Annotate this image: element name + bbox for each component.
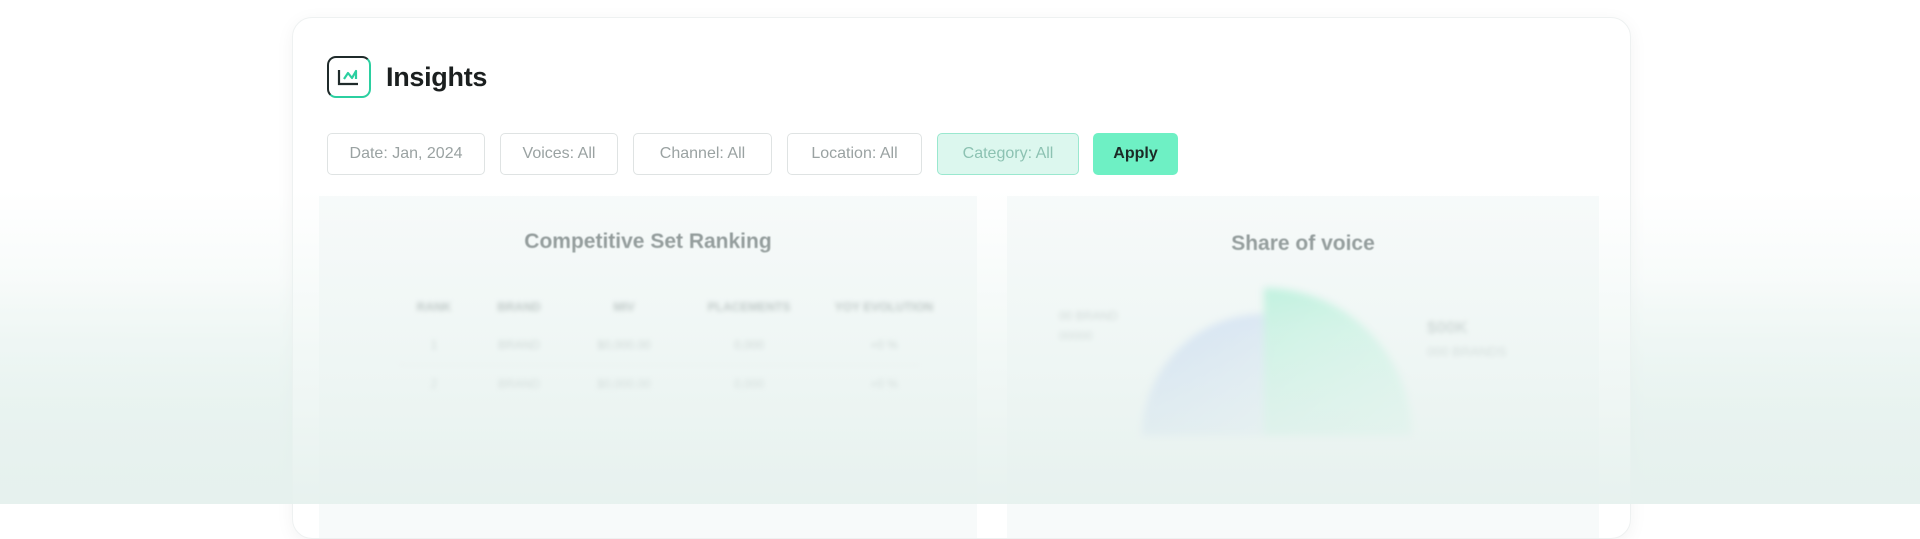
column-header: RANK xyxy=(416,300,452,314)
table-header-row: RANK BRAND MIV PLACEMENTS YOY EVOLUTION xyxy=(399,288,959,326)
page-title: Insights xyxy=(386,61,488,92)
ranking-title: Competitive Set Ranking xyxy=(524,230,772,253)
legend-value: $00K xyxy=(1427,318,1468,337)
share-of-voice-pie-chart xyxy=(1142,288,1412,436)
table-cell: 0,000 xyxy=(733,377,765,391)
pie-legend: $00K 000 BRANDS xyxy=(1427,318,1506,359)
app-header: Insights xyxy=(327,56,487,98)
insights-card: Insights Date: Jan, 2024 Voices: All Cha… xyxy=(292,17,1631,539)
side-label-line: 00 BRAND xyxy=(1059,309,1118,323)
table-row: 2 BRAND $0,000.00 0,000 +0 % xyxy=(399,365,959,403)
voices-filter[interactable]: Voices: All xyxy=(500,133,618,175)
column-header: MIV xyxy=(613,300,635,314)
legend-label: 000 BRANDS xyxy=(1427,344,1507,359)
side-label-line: 00000 xyxy=(1059,329,1093,343)
pie-slice-other xyxy=(1142,314,1264,436)
channel-filter[interactable]: Channel: All xyxy=(633,133,772,175)
table-cell: +0 % xyxy=(870,377,898,391)
table-cell: 0,000 xyxy=(733,338,765,352)
apply-button[interactable]: Apply xyxy=(1093,133,1178,175)
table-cell: BRAND xyxy=(497,377,540,391)
table-row: 1 BRAND $0,000.00 0,000 +0 % xyxy=(399,326,959,364)
category-filter[interactable]: Category: All xyxy=(937,133,1079,175)
location-filter[interactable]: Location: All xyxy=(787,133,922,175)
pie-slice-brand xyxy=(1264,288,1412,436)
table-cell: 2 xyxy=(430,377,438,391)
column-header: YOY EVOLUTION xyxy=(834,300,934,314)
table-cell: $0,000.00 xyxy=(597,377,651,391)
pie-side-label: 00 BRAND 00000 xyxy=(1059,306,1118,346)
ranking-table: RANK BRAND MIV PLACEMENTS YOY EVOLUTION … xyxy=(399,288,959,403)
column-header: BRAND xyxy=(497,300,541,314)
competitive-set-ranking-panel: Competitive Set Ranking RANK BRAND MIV P… xyxy=(319,196,977,538)
share-of-voice-panel: Share of voice 00 BRAND 00000 $00K 000 B… xyxy=(1007,196,1599,538)
table-cell: 1 xyxy=(430,338,438,352)
filter-bar: Date: Jan, 2024 Voices: All Channel: All… xyxy=(327,133,1178,175)
table-cell: +0 % xyxy=(870,338,898,352)
table-cell: $0,000.00 xyxy=(597,338,651,352)
date-filter[interactable]: Date: Jan, 2024 xyxy=(327,133,485,175)
column-header: PLACEMENTS xyxy=(707,300,791,314)
brand-logo-icon xyxy=(327,56,371,98)
table-cell: BRAND xyxy=(497,338,540,352)
